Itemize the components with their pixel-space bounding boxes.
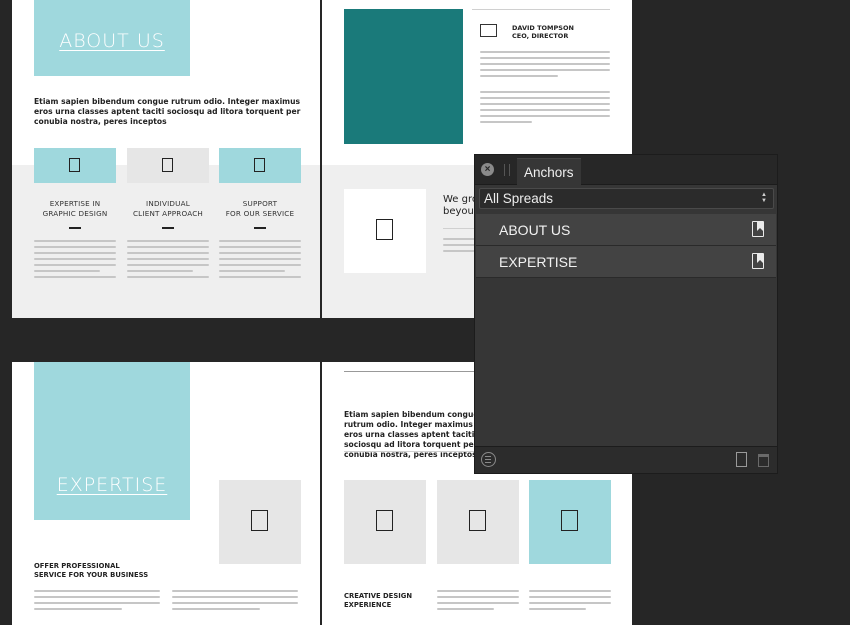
feature-box-3[interactable]: [219, 148, 301, 183]
body-text-1: [34, 240, 116, 282]
trash-icon[interactable]: [758, 454, 769, 467]
intro-text: Etiam sapien bibendum congue rutrum odio…: [34, 97, 301, 126]
image-placeholder-icon: [561, 510, 578, 531]
image-placeholder-icon: [376, 219, 393, 240]
speech-bubble-icon: [480, 24, 497, 37]
creative-box-3[interactable]: [529, 480, 611, 564]
spreads-filter-value: All Spreads: [484, 191, 554, 206]
partial-heading: We gro beyour: [443, 194, 478, 217]
panel-tab-bar: × Anchors: [475, 155, 777, 185]
intro-text: Etiam sapien bibendum congue rutrum odio…: [344, 410, 479, 459]
anchor-label: ABOUT US: [499, 222, 571, 238]
menu-icon[interactable]: [481, 452, 496, 467]
expertise-heading: EXPERTISE: [56, 474, 168, 496]
feature-caption-2: INDIVIDUAL CLIENT APPROACH: [132, 199, 204, 218]
new-page-icon[interactable]: [736, 452, 747, 467]
divider-dash: [254, 227, 266, 229]
divider-dash: [162, 227, 174, 229]
ceo-name: DAVID TOMPSON: [512, 24, 574, 32]
close-icon[interactable]: ×: [481, 163, 494, 176]
tab-anchors[interactable]: Anchors: [517, 158, 581, 185]
divider-dash: [69, 227, 81, 229]
image-placeholder-icon: [376, 510, 393, 531]
select-arrows-icon: ▲ ▼: [761, 192, 767, 204]
body-text-2: [127, 240, 209, 282]
body-text-2: [172, 590, 298, 614]
anchor-item-about-us[interactable]: ABOUT US: [476, 214, 776, 246]
body-text-1: [437, 590, 519, 614]
feature-box-2[interactable]: [127, 148, 209, 183]
bookmark-icon[interactable]: [752, 221, 764, 237]
feature-caption-1: EXPERTISE IN GRAPHIC DESIGN: [42, 199, 108, 218]
creative-box-1[interactable]: [344, 480, 426, 564]
drag-grip-icon[interactable]: [504, 164, 510, 176]
ceo-title: CEO, DIRECTOR: [512, 32, 569, 40]
panel-footer: [475, 446, 777, 473]
spreads-filter-select[interactable]: All Spreads ▲ ▼: [479, 188, 774, 209]
image-placeholder-icon: [162, 158, 173, 172]
image-placeholder-icon: [469, 510, 486, 531]
anchors-panel[interactable]: × Anchors All Spreads ▲ ▼ ABOUT US EXPERT…: [474, 154, 778, 474]
about-us-heading: ABOUT US: [59, 30, 165, 52]
ceo-bio-1: [480, 51, 610, 81]
anchor-item-expertise[interactable]: EXPERTISE: [476, 246, 776, 278]
spread-top-left-page[interactable]: ABOUT US Etiam sapien bibendum congue ru…: [12, 0, 320, 318]
feature-caption-3: SUPPORT FOR OUR SERVICE: [225, 199, 295, 218]
creative-box-2[interactable]: [437, 480, 519, 564]
feature-box-1[interactable]: [34, 148, 116, 183]
creative-heading: CREATIVE DESIGN EXPERIENCE: [344, 592, 413, 609]
image-placeholder-icon: [251, 510, 268, 531]
portrait-box[interactable]: [344, 9, 463, 144]
expertise-image-box[interactable]: [219, 480, 301, 564]
body-text-1: [34, 590, 160, 614]
bookmark-icon[interactable]: [752, 253, 764, 269]
ceo-bio-2: [480, 91, 610, 127]
anchor-label: EXPERTISE: [499, 254, 578, 270]
service-heading: OFFER PROFESSIONAL SERVICE FOR YOUR BUSI…: [34, 562, 149, 579]
image-placeholder-icon: [69, 158, 80, 172]
body-text-2: [529, 590, 611, 614]
body-text-3: [219, 240, 301, 282]
service-box[interactable]: [344, 189, 426, 273]
expertise-box[interactable]: EXPERTISE: [34, 362, 190, 520]
rule: [472, 9, 610, 10]
image-placeholder-icon: [254, 158, 265, 172]
spread-bottom-left-page[interactable]: EXPERTISE OFFER PROFESSIONAL SERVICE FOR…: [12, 362, 320, 625]
about-us-box[interactable]: ABOUT US: [34, 0, 190, 76]
